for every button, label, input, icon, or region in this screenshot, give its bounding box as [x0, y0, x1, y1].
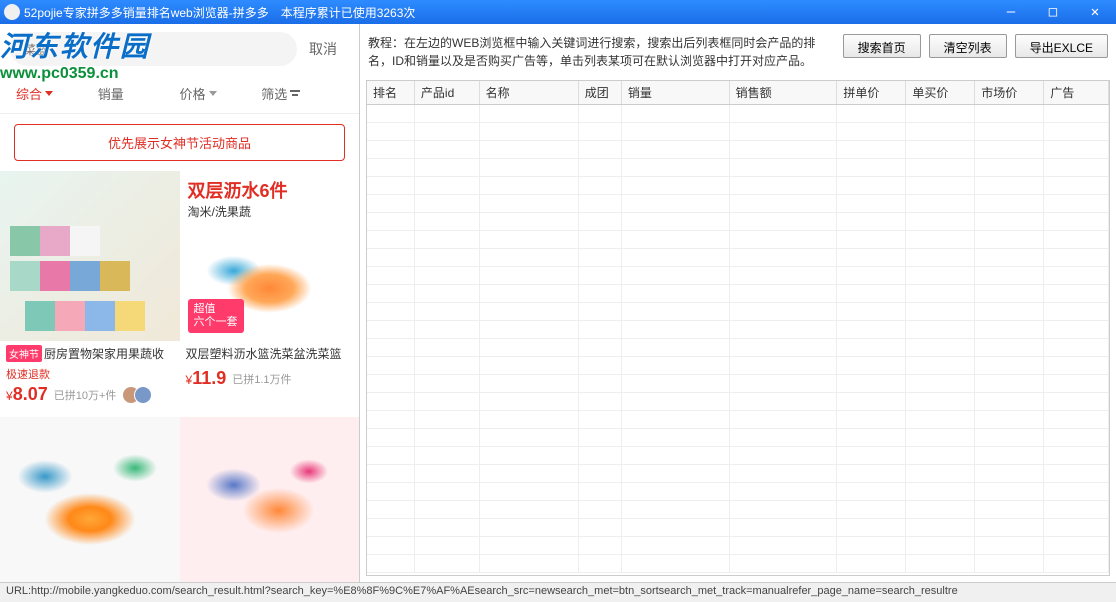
product-image: [180, 417, 360, 582]
product-image: [0, 417, 180, 582]
product-title-row: 女神节 厨房置物架家用果蔬收: [0, 341, 180, 366]
toolbar-row: 教程：在左边的WEB浏览框中输入关键词进行搜索，搜索出后列表框同时会产品的排名，…: [366, 30, 1110, 80]
avatar: [134, 386, 152, 404]
table-header-row: 排名 产品id 名称 成团 销量 销售额 拼单价 单买价 市场价 广告: [367, 81, 1109, 105]
table-row[interactable]: [367, 177, 1109, 195]
table-row[interactable]: [367, 195, 1109, 213]
export-excel-button[interactable]: 导出EXLCE: [1015, 34, 1108, 58]
table-row[interactable]: [367, 303, 1109, 321]
col-name[interactable]: 名称: [479, 81, 578, 105]
search-row: 菜篮 取消: [0, 24, 359, 74]
product-card[interactable]: [0, 417, 180, 582]
table-row[interactable]: [367, 375, 1109, 393]
table-row[interactable]: [367, 285, 1109, 303]
product-grid: 女神节 厨房置物架家用果蔬收 极速退款 ¥8.07 已拼10万+件 双层沥水6件: [0, 171, 359, 582]
table-row[interactable]: [367, 105, 1109, 123]
instruction-text: 教程：在左边的WEB浏览框中输入关键词进行搜索，搜索出后列表框同时会产品的排名，…: [368, 34, 835, 70]
table-row[interactable]: [367, 231, 1109, 249]
promo-banner[interactable]: 优先展示女神节活动商品: [14, 124, 345, 161]
table-row[interactable]: [367, 465, 1109, 483]
festival-badge: 女神节: [6, 345, 42, 362]
product-card[interactable]: 女神节 厨房置物架家用果蔬收 极速退款 ¥8.07 已拼10万+件: [0, 171, 180, 417]
minimize-button[interactable]: —: [990, 0, 1032, 24]
image-promo-sub: 淘米/洗果蔬: [180, 203, 360, 224]
product-price: ¥8.07: [6, 384, 48, 405]
price-row: ¥8.07 已拼10万+件: [0, 382, 180, 407]
product-card[interactable]: 双层沥水6件 淘米/洗果蔬 超值 六个一套 双层塑料沥水篮洗菜盆洗菜篮 ¥11.…: [180, 171, 360, 417]
close-button[interactable]: ✕: [1074, 0, 1116, 24]
results-table-container[interactable]: 排名 产品id 名称 成团 销量 销售额 拼单价 单买价 市场价 广告: [366, 80, 1110, 576]
tab-label: 销量: [98, 84, 124, 103]
product-price: ¥11.9: [186, 368, 227, 389]
table-row[interactable]: [367, 267, 1109, 285]
table-row[interactable]: [367, 519, 1109, 537]
table-row[interactable]: [367, 411, 1109, 429]
table-row[interactable]: [367, 483, 1109, 501]
table-row[interactable]: [367, 357, 1109, 375]
table-body: [367, 105, 1109, 573]
table-row[interactable]: [367, 429, 1109, 447]
bowl-illustration: 超值 六个一套: [180, 224, 360, 341]
tab-label: 筛选: [261, 84, 287, 103]
col-sales[interactable]: 销量: [621, 81, 729, 105]
table-row[interactable]: [367, 555, 1109, 573]
table-row[interactable]: [367, 213, 1109, 231]
product-image: 双层沥水6件 淘米/洗果蔬 超值 六个一套: [180, 171, 360, 341]
right-panel: 教程：在左边的WEB浏览框中输入关键词进行搜索，搜索出后列表框同时会产品的排名，…: [360, 24, 1116, 582]
buyer-avatars: [122, 386, 152, 404]
maximize-button[interactable]: □: [1032, 0, 1074, 24]
refund-label: 极速退款: [0, 366, 180, 382]
table-row[interactable]: [367, 447, 1109, 465]
price-row: ¥11.9 已拼1.1万件: [180, 366, 360, 391]
table-row[interactable]: [367, 321, 1109, 339]
web-browser-panel: 河东软件园 www.pc0359.cn 菜篮 取消 综合 销量 价格 筛选: [0, 24, 360, 582]
caret-down-icon: [45, 91, 53, 96]
sold-count: 已拼10万+件: [54, 387, 117, 403]
table-row[interactable]: [367, 249, 1109, 267]
sort-tabs: 综合 销量 价格 筛选: [0, 74, 359, 114]
status-bar: URL:http://mobile.yangkeduo.com/search_r…: [0, 582, 1116, 602]
title-bar: 52pojie专家拼多多销量排名web浏览器-拼多多 本程序累计已使用3263次…: [0, 0, 1116, 24]
value-badge: 超值 六个一套: [188, 299, 244, 333]
col-ad[interactable]: 广告: [1044, 81, 1109, 105]
col-group-price[interactable]: 拼单价: [837, 81, 906, 105]
clear-list-button[interactable]: 清空列表: [929, 34, 1007, 58]
sold-count: 已拼1.1万件: [232, 371, 291, 387]
filter-icon: [290, 90, 300, 98]
search-home-button[interactable]: 搜索首页: [843, 34, 921, 58]
product-title: 厨房置物架家用果蔬收: [44, 345, 164, 362]
caret-down-icon: [209, 91, 217, 96]
table-row[interactable]: [367, 123, 1109, 141]
table-row[interactable]: [367, 141, 1109, 159]
product-title: 双层塑料沥水篮洗菜盆洗菜篮: [180, 341, 360, 366]
main-container: 河东软件园 www.pc0359.cn 菜篮 取消 综合 销量 价格 筛选: [0, 24, 1116, 582]
table-row[interactable]: [367, 393, 1109, 411]
window-title: 52pojie专家拼多多销量排名web浏览器-拼多多 本程序累计已使用3263次: [24, 4, 415, 21]
table-row[interactable]: [367, 501, 1109, 519]
col-product-id[interactable]: 产品id: [414, 81, 479, 105]
tab-filter[interactable]: 筛选: [261, 84, 343, 103]
app-icon: [4, 4, 20, 20]
tab-label: 价格: [180, 84, 206, 103]
results-table: 排名 产品id 名称 成团 销量 销售额 拼单价 单买价 市场价 广告: [367, 81, 1109, 573]
cancel-button[interactable]: 取消: [297, 39, 349, 59]
table-row[interactable]: [367, 537, 1109, 555]
tab-sales[interactable]: 销量: [98, 84, 180, 103]
image-promo-title: 双层沥水6件: [180, 171, 360, 203]
product-card[interactable]: [180, 417, 360, 582]
search-input[interactable]: 菜篮: [10, 32, 297, 66]
tab-label: 综合: [16, 84, 42, 103]
col-rank[interactable]: 排名: [367, 81, 414, 105]
col-single-price[interactable]: 单买价: [906, 81, 975, 105]
tab-price[interactable]: 价格: [180, 84, 262, 103]
product-image: [0, 171, 180, 341]
table-row[interactable]: [367, 339, 1109, 357]
window-controls: — □ ✕: [990, 0, 1116, 24]
col-group[interactable]: 成团: [578, 81, 621, 105]
col-revenue[interactable]: 销售额: [729, 81, 837, 105]
col-market-price[interactable]: 市场价: [975, 81, 1044, 105]
tab-comprehensive[interactable]: 综合: [16, 84, 98, 103]
table-row[interactable]: [367, 159, 1109, 177]
